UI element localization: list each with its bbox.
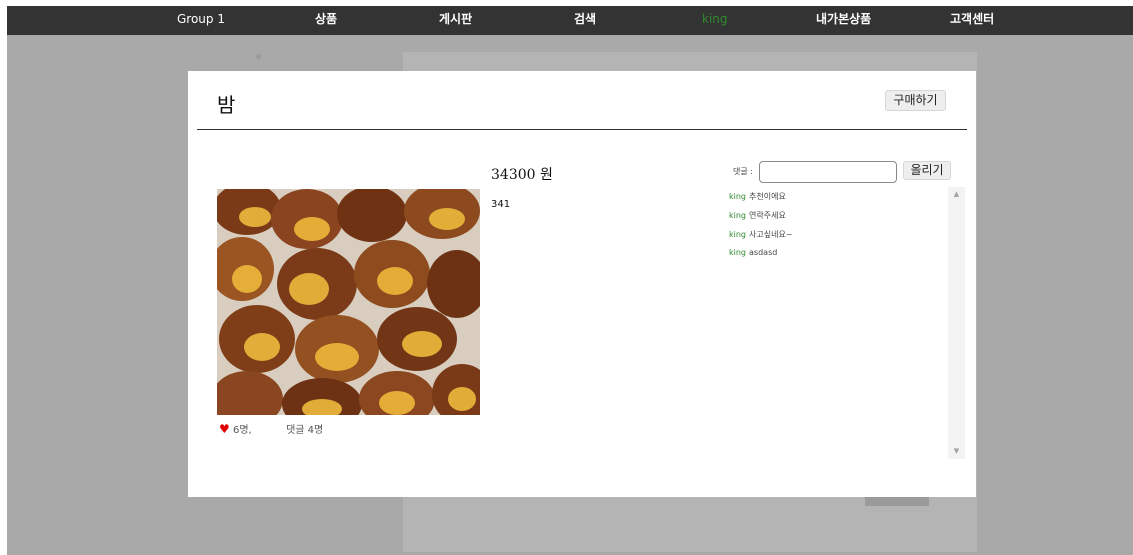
nav-item-user[interactable]: king <box>702 6 728 35</box>
nav-item-products[interactable]: 상품 <box>315 6 337 35</box>
comment-text: asdasd <box>749 248 778 257</box>
comment-author: king <box>729 248 747 257</box>
top-navbar: Group 1 상품 게시판 검색 king 내가본상품 고객센터 <box>7 6 1133 35</box>
nav-item-board[interactable]: 게시판 <box>439 6 472 35</box>
title-divider <box>197 129 967 130</box>
comment-text: 추천이에요 <box>749 192 786 201</box>
nav-item-search[interactable]: 검색 <box>574 6 596 35</box>
comment-text: 연락주세요 <box>749 211 786 220</box>
post-comment-button[interactable]: 올리기 <box>903 161 951 180</box>
comment-label: 댓글 : <box>733 167 753 176</box>
nav-item-viewed-products[interactable]: 내가본상품 <box>816 6 871 35</box>
scroll-down-icon[interactable]: ▼ <box>948 446 965 456</box>
scroll-up-icon[interactable]: ▲ <box>948 189 965 199</box>
comment-item: king 사고싶네요~ <box>729 229 793 240</box>
heart-icon[interactable]: ♥ <box>219 422 230 436</box>
background-heart-icon: ♥ <box>255 53 263 62</box>
comment-author: king <box>729 230 747 239</box>
comment-author: king <box>729 192 747 201</box>
nav-item-customer-center[interactable]: 고객센터 <box>950 6 994 35</box>
comment-item: king 연락주세요 <box>729 210 786 221</box>
comment-input[interactable] <box>759 161 897 183</box>
comment-text: 사고싶네요~ <box>749 230 793 239</box>
product-stats: ♥ 6명, 댓글 4명 <box>219 421 323 436</box>
product-title: 밤 <box>217 93 236 117</box>
nav-brand[interactable]: Group 1 <box>177 6 225 35</box>
buy-button[interactable]: 구매하기 <box>885 90 946 111</box>
comments-count: 댓글 4명 <box>286 425 324 436</box>
comment-scrollbar[interactable]: ▲ ▼ <box>948 187 965 459</box>
product-description: 341 <box>491 199 511 210</box>
product-image <box>217 189 480 415</box>
product-modal: 밤 구매하기 34300 원 341 ♥ 6명, 댓글 4명 댓글: 올리기 … <box>188 71 976 497</box>
comment-list[interactable]: king 추천이에요 king 연락주세요 king 사고싶네요~ king asdas… <box>724 187 965 459</box>
comment-item: king asdasd <box>729 248 777 257</box>
comment-item: king 추천이에요 <box>729 191 786 202</box>
product-price: 34300 원 <box>491 167 553 183</box>
likes-count: 6명, <box>232 425 252 436</box>
comment-author: king <box>729 211 747 220</box>
